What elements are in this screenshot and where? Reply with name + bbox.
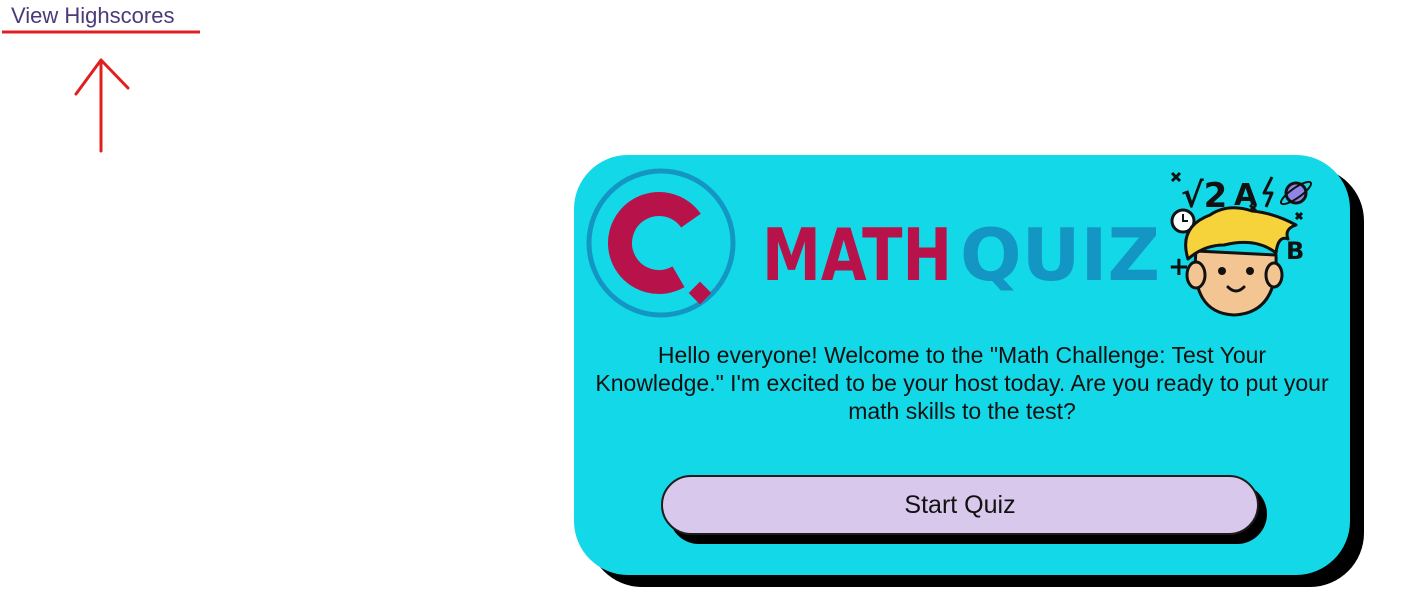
math-quiz-logo: MATH QUIZ √2 A B + [586, 168, 1313, 318]
q-badge-icon [586, 168, 736, 318]
intro-message: Hello everyone! Welcome to the "Math Cha… [595, 342, 1329, 424]
quiz-start-card: MATH QUIZ √2 A B + Hello everyone! Welco… [574, 155, 1350, 575]
view-highscores-link[interactable]: View Highscores [11, 3, 174, 29]
annotation-arrow-icon [74, 58, 130, 153]
start-quiz-button[interactable]: Start Quiz [661, 475, 1259, 535]
page: View Highscores MATH QUIZ √2 A B + Hello… [0, 0, 1417, 591]
logo-word-math: MATH [762, 213, 952, 297]
annotation-underline [2, 30, 200, 34]
letter-b-symbol: B [1286, 237, 1304, 265]
math-boy-sticker-icon: √2 A B + [1168, 171, 1313, 317]
logo-word-quiz: QUIZ [960, 213, 1160, 297]
